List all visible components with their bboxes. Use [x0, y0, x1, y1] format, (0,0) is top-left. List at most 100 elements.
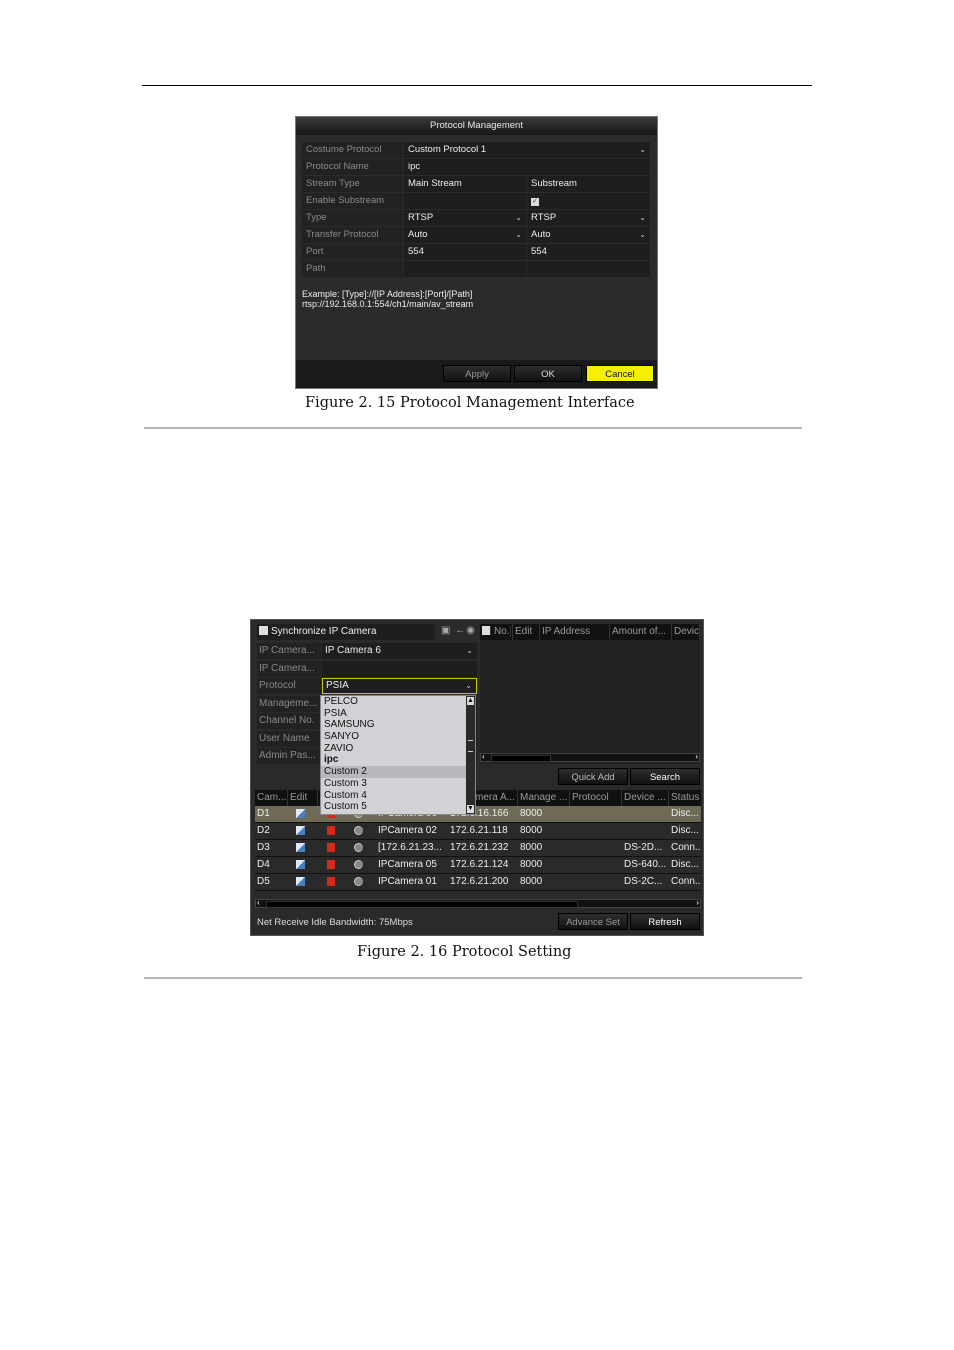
device-type: DS-2D...	[624, 842, 663, 853]
scroll-right-icon[interactable]: ›	[695, 752, 698, 761]
column-header[interactable]: Status	[669, 790, 701, 806]
type-row: Type RTSP ⌄ RTSP ⌄	[302, 210, 651, 226]
refresh-icon[interactable]: ◉	[466, 625, 476, 636]
main-transfer-select[interactable]: Auto ⌄	[404, 227, 526, 243]
cancel-button[interactable]: Cancel	[586, 365, 654, 382]
scroll-left-icon[interactable]: ‹	[482, 752, 485, 761]
edit-icon[interactable]	[296, 860, 305, 869]
protocol-option[interactable]: Custom 3	[321, 778, 475, 790]
ip-camera-address-input[interactable]	[322, 661, 477, 677]
dropdown-scrollbar[interactable]: ▲ ▼	[466, 696, 475, 814]
bottom-horizontal-scrollbar[interactable]: ‹ ›	[255, 898, 701, 908]
network-icon[interactable]: ▣	[441, 625, 451, 636]
protocol-option[interactable]: ipc	[321, 754, 475, 766]
column-header[interactable]: Edit	[288, 790, 318, 806]
scroll-grip[interactable]	[468, 740, 473, 752]
protocol-dropdown-list: PELCO PSIA SAMSUNG SANYO ZAVIO ipc Custom 2 Cus…	[320, 695, 476, 815]
main-stream-header: Main Stream	[404, 176, 526, 192]
protocol-option[interactable]: SANYO	[321, 731, 475, 743]
main-port-input[interactable]: 554	[404, 244, 526, 260]
horizontal-scrollbar[interactable]: ‹ ›	[480, 752, 700, 762]
protocol-cell	[570, 823, 622, 839]
delete-cell	[318, 840, 348, 856]
dialog-footer: Apply OK Cancel	[296, 360, 657, 388]
select-all-header[interactable]: No.	[480, 624, 513, 640]
protocol-select[interactable]: PSIA ⌄	[322, 678, 477, 694]
edit-icon[interactable]	[296, 843, 305, 852]
scroll-thumb[interactable]	[491, 755, 551, 762]
edit-cell	[288, 840, 318, 856]
edit-cell	[288, 806, 318, 822]
camera-name: IPCamera 02	[378, 825, 437, 836]
table-row[interactable]: D3 [172.6.21.23... 172.6.21.232 8000 DS-2D..…	[255, 840, 701, 857]
protocol-name-input[interactable]: ipc	[404, 159, 650, 175]
delete-icon[interactable]	[327, 826, 335, 835]
play-icon[interactable]	[354, 860, 363, 869]
protocol-option[interactable]: Custom 5	[321, 801, 475, 813]
protocol-cell	[570, 857, 622, 873]
field-label: User Name	[257, 731, 321, 747]
edit-icon[interactable]	[296, 877, 305, 886]
manage-port: 8000	[520, 825, 543, 836]
protocol-option[interactable]: PSIA	[321, 708, 475, 720]
scroll-thumb[interactable]	[266, 901, 578, 908]
column-header[interactable]: Protocol	[570, 790, 622, 806]
synchronize-ip-camera-checkbox[interactable]: Synchronize IP Camera	[257, 624, 435, 640]
main-type-select[interactable]: RTSP ⌄	[404, 210, 526, 226]
enable-substream-cell: ✓	[527, 193, 650, 209]
delete-cell	[318, 874, 348, 890]
scroll-left-icon[interactable]: ‹	[257, 898, 260, 907]
play-icon[interactable]	[354, 843, 363, 852]
page-header-rule	[142, 85, 812, 86]
column-header[interactable]: Amount of...	[610, 624, 672, 640]
costume-protocol-select[interactable]: Custom Protocol 1 ⌄	[404, 142, 650, 158]
status-cell: Disc...	[671, 825, 699, 836]
scroll-down-icon[interactable]: ▼	[467, 805, 474, 813]
search-results-table: No. Edit IP Address Amount of... Devic	[480, 624, 700, 764]
column-header[interactable]: Manage ...	[518, 790, 570, 806]
camera-id: D1	[257, 808, 270, 819]
delete-cell	[318, 823, 348, 839]
column-header[interactable]: IP Address	[540, 624, 610, 640]
ok-button[interactable]: OK	[514, 365, 582, 382]
delete-icon[interactable]	[327, 843, 335, 852]
advance-set-button[interactable]: Advance Set	[558, 913, 628, 930]
ip-camera-address-row: IP Camera...	[257, 661, 477, 677]
field-label: Protocol Name	[302, 159, 403, 175]
enable-substream-checkbox[interactable]: ✓	[531, 198, 539, 206]
table-row[interactable]: D2 IPCamera 02 172.6.21.118 8000 Disc...	[255, 823, 701, 840]
apply-button[interactable]: Apply	[443, 365, 511, 382]
arrow-left-icon[interactable]: ←	[455, 625, 466, 636]
protocol-option[interactable]: Custom 4	[321, 790, 475, 802]
field-label: Transfer Protocol	[302, 227, 403, 243]
protocol-option[interactable]: PELCO	[321, 696, 475, 708]
column-header[interactable]: Cam...	[255, 790, 288, 806]
column-header[interactable]: Edit	[513, 624, 540, 640]
delete-icon[interactable]	[327, 877, 335, 886]
search-button[interactable]: Search	[630, 768, 700, 785]
play-icon[interactable]	[354, 877, 363, 886]
table-row[interactable]: D4 IPCamera 05 172.6.21.124 8000 DS-640... Di…	[255, 857, 701, 874]
scroll-up-icon[interactable]: ▲	[467, 697, 474, 705]
delete-icon[interactable]	[327, 860, 335, 869]
main-path-input[interactable]	[404, 261, 526, 277]
quick-add-button[interactable]: Quick Add	[558, 768, 628, 785]
sub-transfer-select[interactable]: Auto ⌄	[527, 227, 650, 243]
protocol-option[interactable]: ZAVIO	[321, 743, 475, 755]
scroll-right-icon[interactable]: ›	[696, 898, 699, 907]
sub-type-select[interactable]: RTSP ⌄	[527, 210, 650, 226]
play-icon[interactable]	[354, 826, 363, 835]
table-row[interactable]: D5 IPCamera 01 172.6.21.200 8000 DS-2C... Con…	[255, 874, 701, 891]
refresh-button[interactable]: Refresh	[630, 913, 700, 930]
edit-icon[interactable]	[296, 826, 305, 835]
column-header[interactable]: Device ...	[622, 790, 669, 806]
protocol-option[interactable]: SAMSUNG	[321, 719, 475, 731]
chevron-down-icon: ⌄	[639, 213, 646, 222]
sub-port-input[interactable]: 554	[527, 244, 650, 260]
column-header[interactable]: Devic	[672, 624, 700, 640]
ip-camera-select[interactable]: IP Camera 6 ⌄	[322, 643, 477, 659]
sub-path-input[interactable]	[527, 261, 650, 277]
protocol-option[interactable]: Custom 2	[321, 766, 475, 778]
status-cell: Conn...	[671, 876, 701, 887]
edit-icon[interactable]	[296, 809, 305, 818]
